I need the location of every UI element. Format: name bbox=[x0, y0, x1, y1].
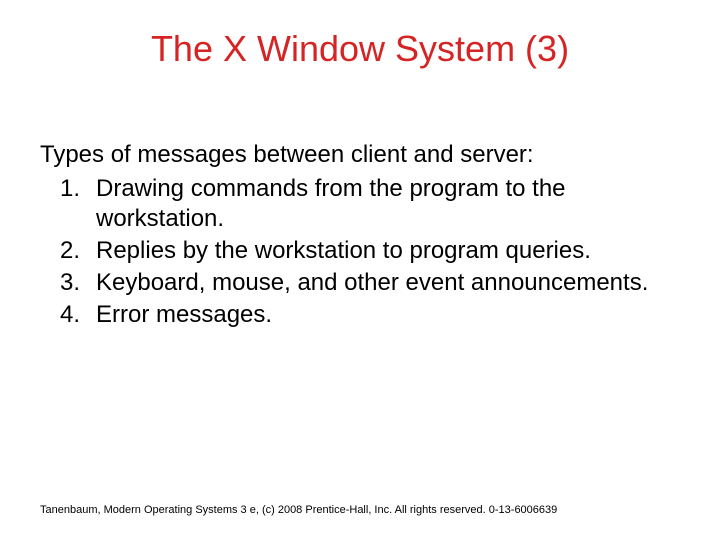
list-number: 3. bbox=[60, 268, 96, 298]
slide-title: The X Window System (3) bbox=[40, 28, 680, 70]
list-text: Error messages. bbox=[96, 300, 680, 330]
list-number: 2. bbox=[60, 236, 96, 266]
slide-body: Types of messages between client and ser… bbox=[40, 140, 680, 330]
list-item: 4. Error messages. bbox=[60, 300, 680, 330]
slide: The X Window System (3) Types of message… bbox=[0, 0, 720, 540]
numbered-list: 1. Drawing commands from the program to … bbox=[40, 174, 680, 330]
footer-text: Tanenbaum, Modern Operating Systems 3 e,… bbox=[40, 504, 680, 516]
list-number: 4. bbox=[60, 300, 96, 330]
list-item: 3. Keyboard, mouse, and other event anno… bbox=[60, 268, 680, 298]
list-text: Replies by the workstation to program qu… bbox=[96, 236, 680, 266]
list-text: Drawing commands from the program to the… bbox=[96, 174, 680, 234]
list-number: 1. bbox=[60, 174, 96, 234]
intro-text: Types of messages between client and ser… bbox=[40, 140, 680, 170]
list-item: 2. Replies by the workstation to program… bbox=[60, 236, 680, 266]
list-text: Keyboard, mouse, and other event announc… bbox=[96, 268, 680, 298]
list-item: 1. Drawing commands from the program to … bbox=[60, 174, 680, 234]
